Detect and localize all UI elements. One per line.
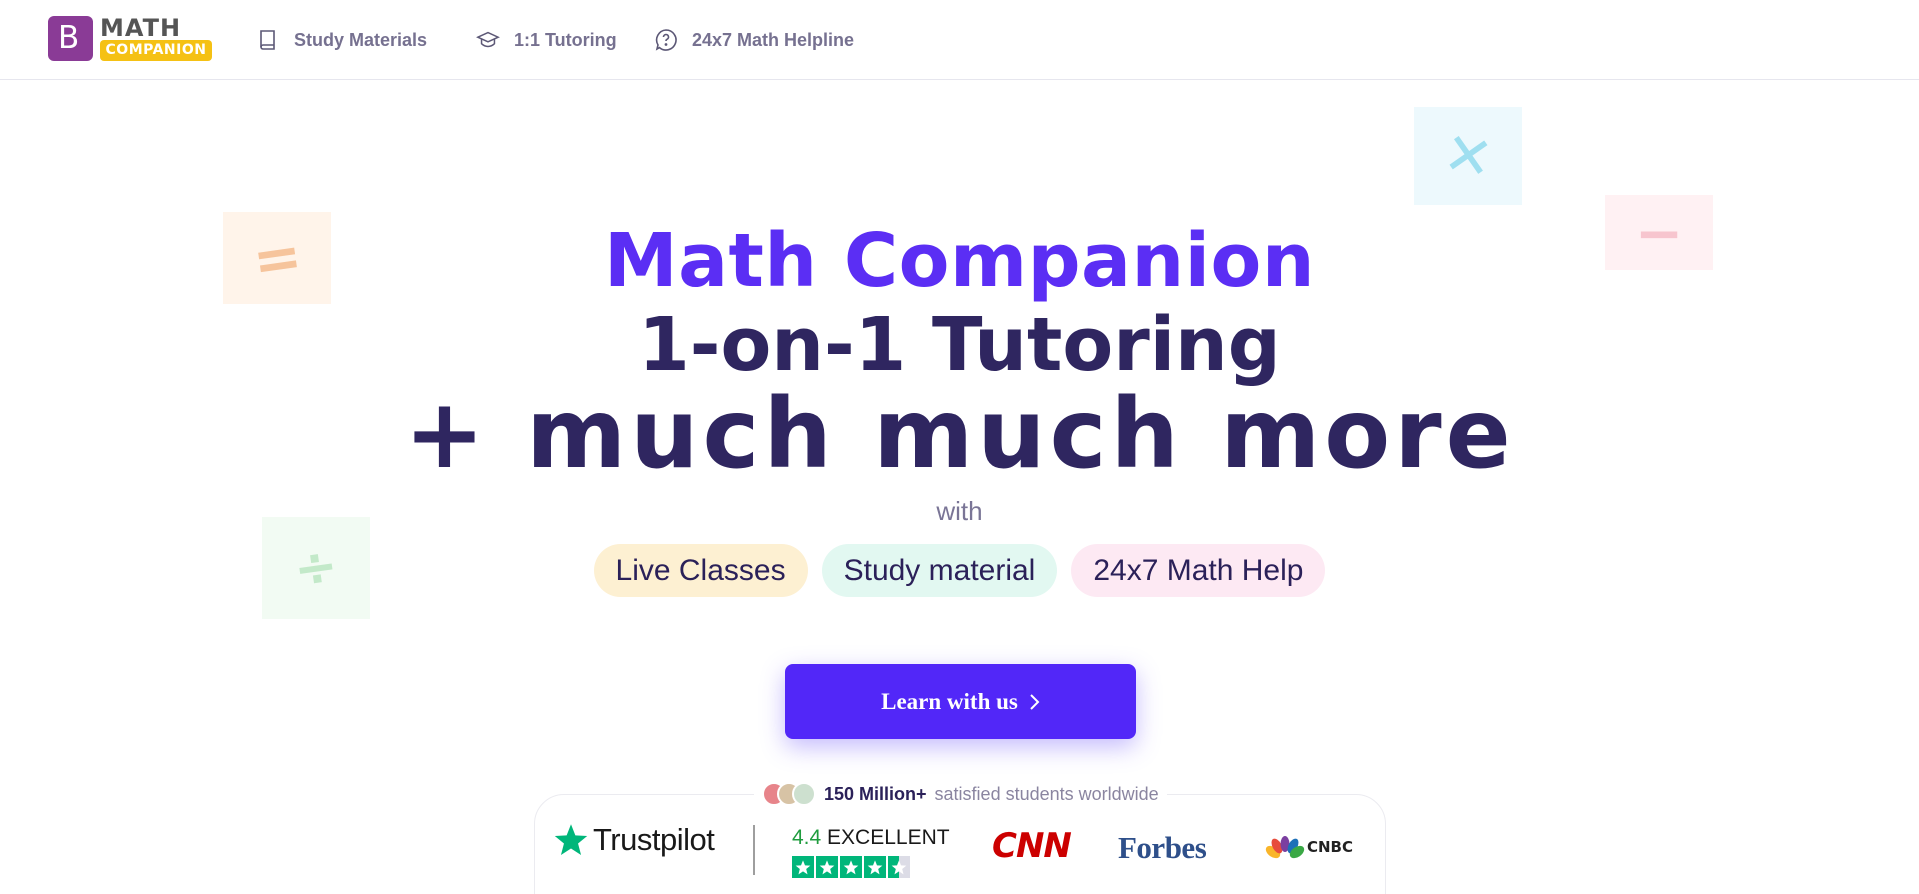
nav-label-helpline: 24x7 Math Helpline	[692, 29, 855, 50]
rating-label: EXCELLENT	[827, 826, 950, 849]
half-star-icon	[888, 856, 910, 878]
trustpilot-rating: 4.4 EXCELLENT	[792, 826, 950, 850]
nav-helpline[interactable]: 24x7 Math Helpline	[654, 24, 854, 56]
feature-pills: Live Classes Study material 24x7 Math He…	[0, 544, 1919, 597]
star-icon	[816, 856, 838, 878]
star-icon	[864, 856, 886, 878]
pill-math-help: 24x7 Math Help	[1071, 544, 1326, 597]
rating-score: 4.4	[792, 826, 822, 849]
top-nav: B MATH COMPANION Study Materials 1:1 Tut…	[0, 0, 1919, 80]
graduation-cap-icon	[476, 28, 500, 52]
book-icon	[256, 28, 280, 52]
star-icon	[792, 856, 814, 878]
rating-stars	[792, 856, 910, 878]
avatar	[792, 782, 816, 806]
logo-text-companion: COMPANION	[100, 40, 212, 61]
divider	[753, 825, 755, 875]
nav-label-study-materials: Study Materials	[294, 29, 428, 50]
cta-label: Learn with us	[881, 688, 1018, 714]
math-companion-logo[interactable]: B MATH COMPANION	[48, 14, 212, 62]
pill-live-classes: Live Classes	[593, 544, 808, 597]
students-count: 150 Million+	[824, 783, 927, 804]
students-text: satisfied students worldwide	[934, 783, 1159, 804]
nav-label-tutoring: 1:1 Tutoring	[514, 29, 617, 50]
cnbc-logo: CNBC	[1265, 834, 1353, 860]
trustpilot-name: Trustpilot	[593, 822, 715, 857]
cnn-logo: CNN	[992, 826, 1072, 866]
chevron-right-icon	[1030, 693, 1040, 710]
trustpilot-star-icon	[554, 824, 588, 855]
students-stat: 150 Million+ satisfied students worldwid…	[754, 779, 1167, 809]
logo-mark: B	[48, 16, 93, 61]
hero-with-text: with	[936, 496, 983, 526]
times-decor-icon: ✕	[1414, 107, 1522, 205]
hero-title-line2: 1-on-1 Tutoring	[638, 302, 1281, 388]
forbes-logo: Forbes	[1118, 830, 1207, 865]
nav-tutoring[interactable]: 1:1 Tutoring	[476, 24, 617, 56]
hero-title-line1: Math Companion	[603, 218, 1316, 304]
nav-study-materials[interactable]: Study Materials	[256, 24, 427, 56]
star-icon	[840, 856, 862, 878]
pill-study-material: Study material	[821, 544, 1058, 597]
peacock-icon	[1265, 836, 1305, 860]
help-bubble-icon	[654, 28, 678, 52]
hero-title-line3: + much much more	[404, 378, 1515, 490]
cnbc-text: CNBC	[1307, 838, 1354, 856]
student-avatars	[762, 782, 816, 806]
logo-text-math: MATH	[100, 14, 182, 42]
trustpilot-logo: Trustpilot	[553, 822, 715, 858]
learn-with-us-button[interactable]: Learn with us	[785, 664, 1136, 739]
